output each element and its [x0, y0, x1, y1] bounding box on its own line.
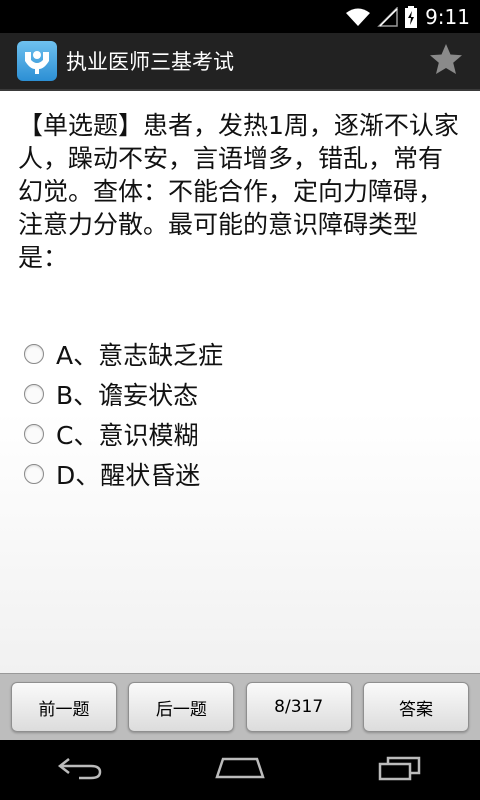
back-icon — [57, 756, 103, 784]
recents-icon — [378, 755, 422, 785]
favorite-button[interactable] — [422, 37, 470, 85]
status-time: 9:11 — [425, 4, 470, 29]
back-button[interactable] — [50, 750, 110, 790]
radio-button-d[interactable] — [24, 464, 44, 484]
star-icon — [429, 43, 463, 79]
option-c[interactable]: C、意识模糊 — [24, 414, 223, 454]
radio-button-b[interactable] — [24, 384, 44, 404]
navigation-bar — [0, 740, 480, 800]
option-d[interactable]: D、醒状昏迷 — [24, 454, 223, 494]
home-button[interactable] — [210, 750, 270, 790]
option-b[interactable]: B、谵妄状态 — [24, 374, 223, 414]
app-title: 执业医师三基考试 — [66, 50, 234, 74]
option-a[interactable]: A、意志缺乏症 — [24, 334, 223, 374]
option-d-label: D、醒状昏迷 — [56, 461, 201, 490]
question-text: 【单选题】患者，发热1周，逐渐不认家人，躁动不安，言语增多，错乱，常有幻觉。查体… — [18, 111, 459, 272]
signal-icon — [377, 6, 399, 27]
prev-question-button[interactable]: 前一题 — [11, 682, 117, 732]
answer-button[interactable]: 答案 — [362, 682, 469, 732]
bottom-toolbar: 前一题 后一题 8/317 答案 — [0, 673, 480, 740]
option-c-label: C、意识模糊 — [56, 421, 199, 450]
option-a-label: A、意志缺乏症 — [56, 341, 224, 370]
app-logo-icon[interactable] — [17, 41, 57, 81]
battery-icon — [405, 5, 418, 28]
status-bar: 9:11 — [0, 0, 480, 33]
option-b-label: B、谵妄状态 — [56, 381, 199, 410]
action-bar: 执业医师三基考试 — [0, 33, 480, 91]
wifi-icon — [345, 7, 371, 27]
question-area: 【单选题】患者，发热1周，逐渐不认家人，躁动不安，言语增多，错乱，常有幻觉。查体… — [0, 91, 480, 673]
progress-button[interactable]: 8/317 — [245, 682, 352, 732]
home-icon — [215, 757, 265, 783]
recents-button[interactable] — [370, 750, 430, 790]
radio-button-a[interactable] — [24, 344, 44, 364]
radio-button-c[interactable] — [24, 424, 44, 444]
next-question-button[interactable]: 后一题 — [128, 682, 235, 732]
options-list: A、意志缺乏症 B、谵妄状态 C、意识模糊 D、醒状昏迷 — [24, 334, 223, 494]
